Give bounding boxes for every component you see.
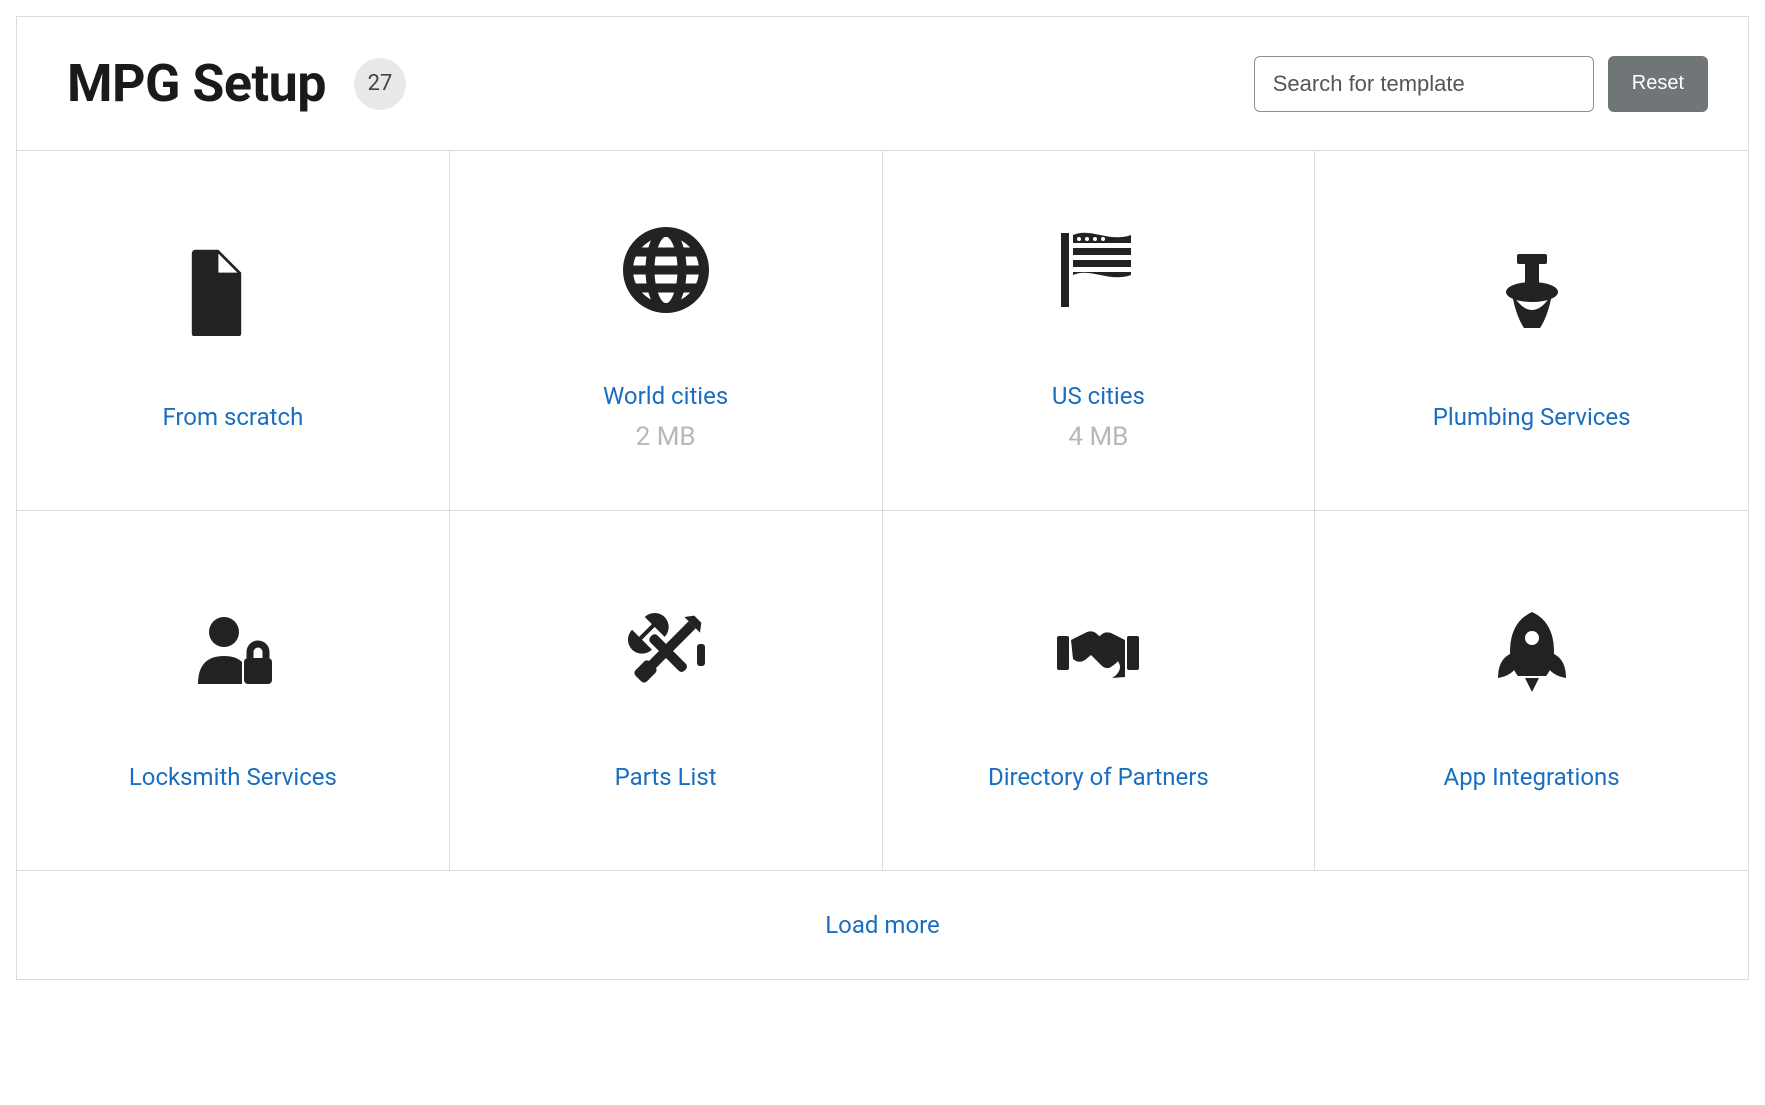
card-title: From scratch — [162, 403, 303, 431]
reset-button[interactable]: Reset — [1608, 56, 1708, 112]
template-grid: From scratch World cities 2 MB US cities… — [17, 151, 1748, 871]
page-title: MPG Setup — [67, 53, 326, 114]
card-title: Parts List — [615, 763, 717, 791]
template-card-from-scratch[interactable]: From scratch — [17, 151, 450, 511]
flag-icon — [1053, 210, 1143, 330]
template-card-us-cities[interactable]: US cities 4 MB — [883, 151, 1316, 511]
rocket-icon — [1487, 591, 1577, 711]
panel-header: MPG Setup 27 Reset — [17, 17, 1748, 151]
header-right: Reset — [1254, 56, 1708, 112]
handshake-icon — [1053, 591, 1143, 711]
card-title: Directory of Partners — [988, 763, 1209, 791]
template-card-parts-list[interactable]: Parts List — [450, 511, 883, 871]
load-more-row: Load more — [17, 871, 1748, 979]
template-card-integrations[interactable]: App Integrations — [1315, 511, 1748, 871]
template-card-partners[interactable]: Directory of Partners — [883, 511, 1316, 871]
card-sub: 4 MB — [1068, 422, 1128, 452]
template-card-locksmith[interactable]: Locksmith Services — [17, 511, 450, 871]
search-input[interactable] — [1254, 56, 1594, 112]
header-left: MPG Setup 27 — [67, 53, 406, 114]
template-card-world-cities[interactable]: World cities 2 MB — [450, 151, 883, 511]
setup-panel: MPG Setup 27 Reset From scratch World ci… — [16, 16, 1749, 980]
user-lock-icon — [188, 591, 278, 711]
card-title: Locksmith Services — [129, 763, 337, 791]
card-title: App Integrations — [1444, 763, 1620, 791]
load-more-link[interactable]: Load more — [825, 911, 940, 939]
globe-icon — [621, 210, 711, 330]
template-card-plumbing[interactable]: Plumbing Services — [1315, 151, 1748, 511]
card-sub: 2 MB — [636, 422, 696, 452]
count-badge: 27 — [354, 58, 406, 110]
card-title: World cities — [603, 382, 728, 410]
card-title: US cities — [1052, 382, 1145, 410]
toilet-icon — [1487, 231, 1577, 351]
tools-icon — [621, 591, 711, 711]
file-icon — [188, 231, 278, 351]
card-title: Plumbing Services — [1433, 403, 1631, 431]
